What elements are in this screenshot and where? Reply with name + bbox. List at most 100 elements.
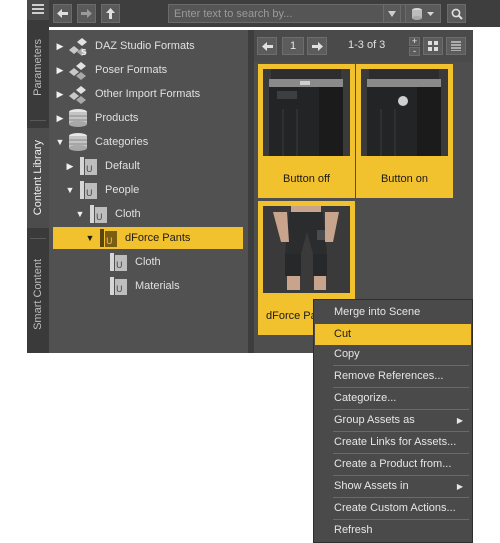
tree-item-other-import-formats[interactable]: ▶ Other Import Formats: [55, 83, 200, 105]
menu-item-label: Show Assets in: [334, 480, 409, 492]
tree-item-label: People: [105, 184, 140, 196]
side-tab-strip: Parameters Content Library Smart Content: [27, 0, 49, 353]
up-arrow-icon: [106, 8, 115, 19]
category-folder-icon: U: [77, 156, 99, 176]
toolbar: [49, 0, 500, 27]
list-view-button[interactable]: [446, 37, 466, 55]
tree-item-label: Other Import Formats: [95, 88, 201, 100]
category-folder-icon: U: [97, 228, 119, 248]
tree-item-label: Materials: [135, 280, 180, 292]
menu-item-refresh[interactable]: Refresh: [315, 520, 471, 541]
tab-content-library[interactable]: Content Library: [27, 128, 49, 228]
expand-arrow-icon[interactable]: ▶: [55, 113, 65, 124]
tree-item-products[interactable]: ▶ Products: [55, 107, 138, 129]
import-format-icon: [67, 84, 89, 104]
zoom-in-button[interactable]: +: [409, 37, 420, 46]
menu-item-show-assets-in[interactable]: Show Assets in ▶: [315, 476, 471, 497]
svg-text:U: U: [86, 189, 93, 199]
submenu-arrow-icon: ▶: [456, 416, 463, 425]
panel-menu-icon[interactable]: [27, 0, 49, 20]
menu-item-categorize[interactable]: Categorize...: [315, 388, 471, 409]
icon-view-button[interactable]: [423, 37, 443, 55]
tree-item-label: Poser Formats: [95, 64, 168, 76]
products-icon: [67, 108, 89, 128]
list-icon: [451, 41, 461, 51]
chevron-down-icon: [388, 10, 396, 17]
content-tree: ▶ S DAZ Studio Formats ▶ Poser Formats ▶…: [49, 30, 248, 353]
svg-text:U: U: [106, 237, 113, 247]
expand-arrow-icon[interactable]: ▶: [55, 41, 65, 52]
tree-item-label: Categories: [95, 136, 149, 148]
asset-card-label: Button off: [283, 173, 330, 185]
context-menu: Merge into Scene Cut Copy Remove Referen…: [313, 299, 473, 543]
menu-item-create-custom-actions[interactable]: Create Custom Actions...: [315, 498, 471, 519]
tree-item-dforce-pants[interactable]: ▼ U dForce Pants: [53, 227, 243, 249]
menu-item-group-assets-as[interactable]: Group Assets as ▶: [315, 410, 471, 431]
asset-card-button-off[interactable]: Button off: [258, 64, 355, 198]
tree-item-poser-formats[interactable]: ▶ Poser Formats: [55, 59, 167, 81]
tree-item-people[interactable]: ▼ U People: [65, 179, 139, 201]
expand-arrow-icon[interactable]: ▶: [65, 161, 75, 172]
categories-icon: [67, 132, 89, 152]
tree-item-categories[interactable]: ▼ Categories: [55, 131, 148, 153]
collapse-arrow-icon[interactable]: ▼: [85, 233, 95, 243]
tab-divider: [30, 238, 46, 239]
tree-item-default[interactable]: ▶ U Default: [65, 155, 140, 177]
tree-item-materials[interactable]: U Materials: [95, 275, 180, 297]
arrow-left-icon: [261, 41, 273, 51]
tree-item-label: Cloth: [115, 208, 141, 220]
tree-item-label: DAZ Studio Formats: [95, 40, 195, 52]
poser-format-icon: [67, 60, 89, 80]
menu-item-remove-references[interactable]: Remove References...: [315, 366, 471, 387]
prev-page-button[interactable]: [257, 37, 277, 55]
menu-item-copy[interactable]: Copy: [315, 344, 471, 365]
home-button[interactable]: [101, 4, 120, 23]
svg-text:U: U: [116, 261, 123, 271]
search-button[interactable]: [447, 4, 466, 23]
database-icon: [412, 7, 434, 20]
tree-item-label: Products: [95, 112, 139, 124]
category-folder-icon: U: [107, 252, 129, 272]
menu-item-cut[interactable]: Cut: [315, 324, 471, 345]
next-page-button[interactable]: [307, 37, 327, 55]
tab-parameters-label: Parameters: [32, 38, 44, 96]
tree-item-daz-studio-formats[interactable]: ▶ S DAZ Studio Formats: [55, 35, 195, 57]
tree-item-cloth[interactable]: ▼ U Cloth: [75, 203, 141, 225]
collapse-arrow-icon[interactable]: ▼: [55, 137, 65, 147]
svg-text:U: U: [86, 165, 93, 175]
forward-button[interactable]: [77, 4, 96, 23]
menu-item-create-links-for-assets[interactable]: Create Links for Assets...: [315, 432, 471, 453]
svg-text:U: U: [96, 213, 103, 223]
search-options-button[interactable]: [383, 4, 401, 23]
tree-item-label: Cloth: [135, 256, 161, 268]
category-folder-icon: U: [87, 204, 109, 224]
tab-content-library-label: Content Library: [32, 140, 44, 216]
grid-icon: [428, 41, 438, 51]
svg-text:S: S: [81, 48, 87, 56]
asset-card-label: Button on: [380, 173, 429, 185]
collapse-arrow-icon[interactable]: ▼: [65, 185, 75, 195]
menu-item-create-product-from[interactable]: Create a Product from...: [315, 454, 471, 475]
back-button[interactable]: [53, 4, 72, 23]
svg-text:U: U: [116, 285, 123, 295]
asset-card-button-on[interactable]: Button on: [356, 64, 453, 198]
tab-parameters[interactable]: Parameters: [27, 28, 49, 106]
daz-format-icon: S: [67, 36, 89, 56]
category-folder-icon: U: [107, 276, 129, 296]
page-number[interactable]: 1: [282, 37, 304, 55]
tab-smart-content-label: Smart Content: [32, 258, 44, 330]
arrow-left-icon: [57, 9, 68, 18]
menu-item-merge-into-scene[interactable]: Merge into Scene: [315, 302, 471, 323]
collapse-arrow-icon[interactable]: ▼: [75, 209, 85, 219]
menu-item-label: Group Assets as: [334, 414, 415, 426]
tree-item-cloth-child[interactable]: U Cloth: [95, 251, 161, 273]
zoom-out-button[interactable]: -: [409, 47, 420, 56]
expand-arrow-icon[interactable]: ▶: [55, 65, 65, 76]
tree-item-label: Default: [105, 160, 140, 172]
tab-smart-content[interactable]: Smart Content: [27, 248, 49, 340]
expand-arrow-icon[interactable]: ▶: [55, 89, 65, 100]
submenu-arrow-icon: ▶: [456, 482, 463, 491]
asset-thumbnail: [263, 206, 350, 293]
arrow-right-icon: [81, 9, 92, 18]
database-filter-button[interactable]: [405, 4, 441, 23]
